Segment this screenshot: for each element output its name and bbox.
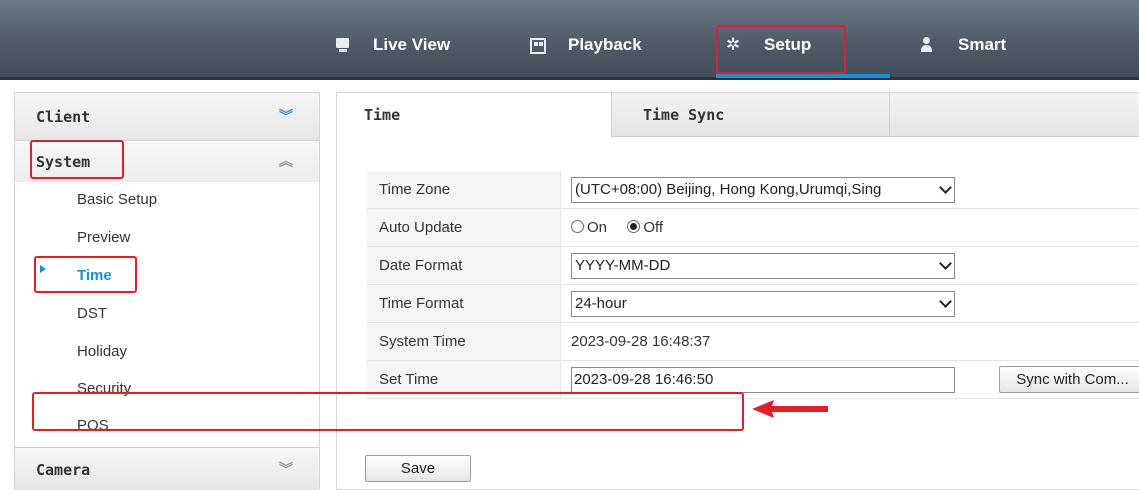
row-system-time: System Time 2023-09-28 16:48:37 (367, 323, 1139, 361)
auto-update-on-label: On (587, 219, 608, 236)
red-arrow-icon (752, 400, 828, 418)
sidebar-item-preview[interactable]: Preview (77, 229, 130, 246)
system-time-value: 2023-09-28 16:48:37 (571, 333, 711, 350)
sidebar-section-camera-label: Camera (36, 461, 91, 479)
sidebar-item-basic-setup[interactable]: Basic Setup (77, 191, 157, 208)
chevron-up-icon: ︽ (279, 154, 293, 170)
tab-bar: Time Time Sync (337, 93, 1139, 138)
date-format-select[interactable]: YYYY-MM-DD (571, 253, 955, 279)
row-time-zone: Time Zone (UTC+08:00) Beijing, Hong Kong… (367, 171, 1139, 209)
sidebar-section-client-label: Client (36, 108, 91, 126)
auto-update-off-label: Off (643, 219, 664, 236)
person-icon (920, 37, 936, 53)
time-format-select[interactable]: 24-hour (571, 291, 955, 317)
auto-update-off-radio[interactable] (627, 220, 641, 233)
active-nav-underline (716, 74, 890, 78)
row-time-format: Time Format 24-hour (367, 285, 1139, 323)
set-time-input[interactable]: 2023-09-28 16:46:50 (571, 367, 955, 393)
set-time-highlight-box (32, 392, 744, 431)
sidebar-section-client[interactable]: Client ︾ (15, 93, 319, 141)
chevron-down-icon: ︾ (279, 109, 293, 125)
time-highlight-box (34, 256, 137, 293)
time-zone-label: Time Zone (367, 171, 561, 208)
sidebar-item-dst[interactable]: DST (77, 305, 107, 322)
top-nav-bar: Live View Playback ✲ Setup Smart (0, 0, 1139, 80)
chevron-down-icon (939, 257, 952, 270)
tab-time[interactable]: Time (337, 93, 612, 138)
auto-update-label: Auto Update (367, 209, 561, 246)
chevron-down-icon: ︾ (279, 462, 293, 478)
nav-smart[interactable]: Smart (920, 30, 1006, 60)
nav-live-view-label: Live View (373, 35, 451, 54)
nav-smart-label: Smart (958, 35, 1007, 54)
system-time-label: System Time (367, 323, 561, 360)
sidebar-item-holiday[interactable]: Holiday (77, 343, 127, 360)
chevron-down-icon (939, 295, 952, 308)
chevron-down-icon (939, 181, 952, 194)
auto-update-options: On Off (571, 209, 663, 246)
time-zone-value: (UTC+08:00) Beijing, Hong Kong,Urumqi,Si… (575, 181, 882, 198)
time-format-value: 24-hour (575, 295, 627, 312)
setup-highlight-box (716, 25, 846, 74)
time-zone-select[interactable]: (UTC+08:00) Beijing, Hong Kong,Urumqi,Si… (571, 177, 955, 203)
row-date-format: Date Format YYYY-MM-DD (367, 247, 1139, 285)
auto-update-on-radio[interactable] (571, 220, 584, 233)
system-highlight-box (30, 140, 124, 179)
date-format-label: Date Format (367, 247, 561, 284)
row-auto-update: Auto Update On Off (367, 209, 1139, 247)
monitor-icon (335, 37, 351, 53)
sidebar-section-camera[interactable]: Camera ︾ (15, 447, 319, 490)
date-format-value: YYYY-MM-DD (575, 257, 671, 274)
sync-with-computer-button[interactable]: Sync with Com... (999, 366, 1139, 393)
nav-playback[interactable]: Playback (530, 30, 642, 60)
film-icon (530, 38, 546, 54)
nav-live-view[interactable]: Live View (335, 30, 450, 60)
time-format-label: Time Format (367, 285, 561, 322)
tab-time-sync[interactable]: Time Sync (613, 93, 890, 137)
nav-playback-label: Playback (568, 35, 642, 54)
save-button[interactable]: Save (365, 455, 471, 482)
